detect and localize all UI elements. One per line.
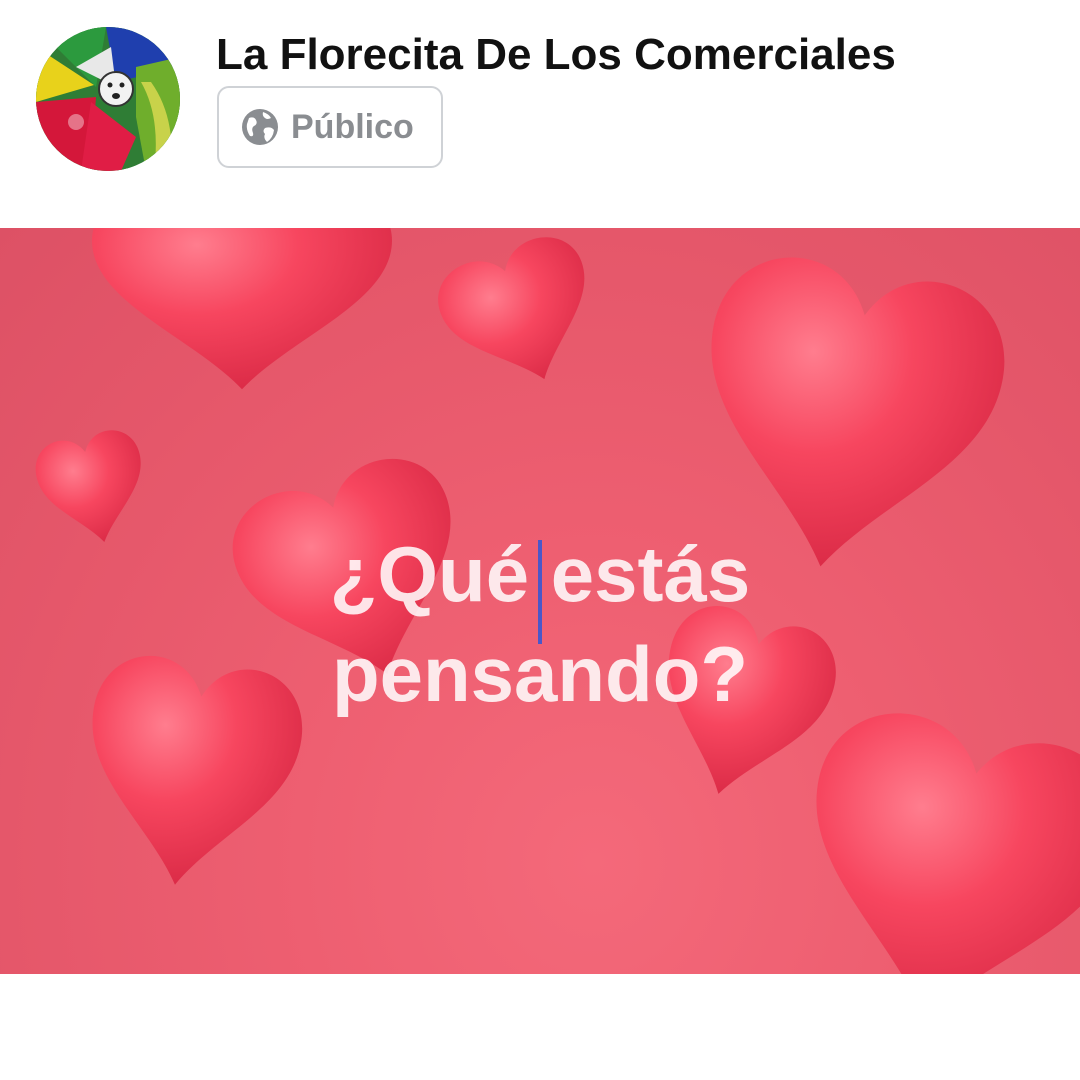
heart-shape (217, 443, 493, 709)
audience-label: Público (291, 107, 414, 146)
heart-shape (92, 228, 392, 390)
heart-shape (30, 425, 156, 553)
heart-shape (70, 648, 311, 900)
post-header: La Florecita De Los Comerciales Público (0, 0, 1080, 228)
audience-selector-button[interactable]: Público (217, 86, 443, 168)
heart-shape (427, 228, 615, 405)
post-composer-screen: La Florecita De Los Comerciales Público (0, 0, 1080, 1080)
text-caret (538, 540, 542, 644)
heart-shape (675, 245, 1018, 592)
heart-shape (637, 595, 847, 816)
page-name[interactable]: La Florecita De Los Comerciales (216, 30, 896, 80)
flower-clown-avatar-icon (36, 27, 180, 171)
post-composer-input[interactable]: ¿Qué estás pensando? (0, 228, 1080, 974)
page-avatar[interactable] (36, 27, 180, 171)
heart-shape (774, 698, 1080, 974)
globe-icon (241, 108, 279, 146)
